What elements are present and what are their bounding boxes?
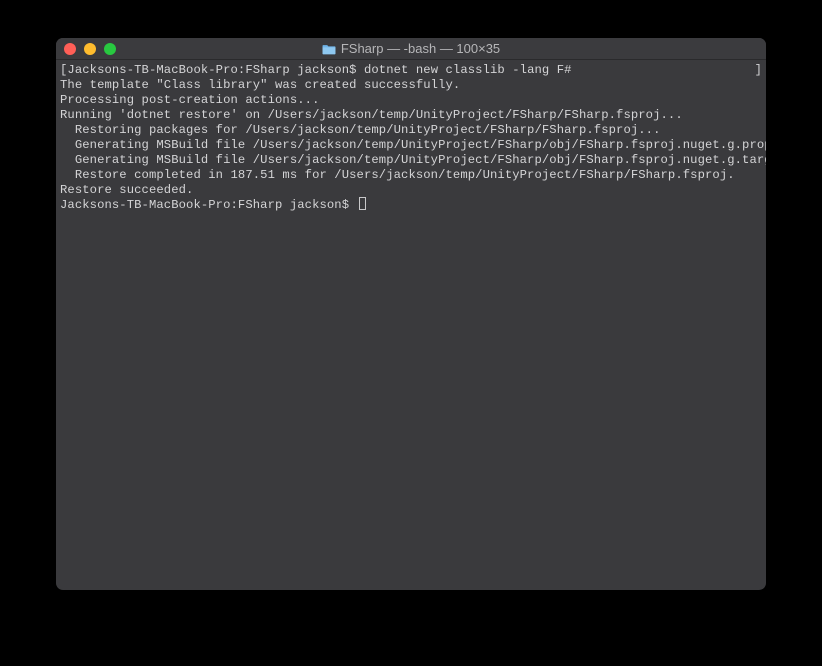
prompt-prefix: [Jacksons-TB-MacBook-Pro:FSharp jackson$ (60, 63, 364, 78)
titlebar[interactable]: FSharp — -bash — 100×35 (56, 38, 766, 60)
minimize-button[interactable] (84, 43, 96, 55)
terminal-window: FSharp — -bash — 100×35 [Jacksons-TB-Mac… (56, 38, 766, 590)
window-controls (64, 43, 116, 55)
terminal-body[interactable]: [Jacksons-TB-MacBook-Pro:FSharp jackson$… (56, 60, 766, 216)
close-button[interactable] (64, 43, 76, 55)
output-line: Processing post-creation actions... (60, 93, 762, 108)
output-line: The template "Class library" was created… (60, 78, 762, 93)
output-line: Generating MSBuild file /Users/jackson/t… (60, 138, 762, 153)
output-line: Restore completed in 187.51 ms for /User… (60, 168, 762, 183)
prompt-prefix: Jacksons-TB-MacBook-Pro:FSharp jackson$ (60, 198, 357, 212)
output-line: Restoring packages for /Users/jackson/te… (60, 123, 762, 138)
prompt-line-1: [Jacksons-TB-MacBook-Pro:FSharp jackson$… (60, 63, 762, 78)
window-title-text: FSharp — -bash — 100×35 (341, 41, 500, 56)
output-line: Running 'dotnet restore' on /Users/jacks… (60, 108, 762, 123)
output-line: Restore succeeded. (60, 183, 762, 198)
output-line: Generating MSBuild file /Users/jackson/t… (60, 153, 762, 168)
folder-icon (322, 43, 336, 54)
prompt-line-2: Jacksons-TB-MacBook-Pro:FSharp jackson$ (60, 198, 762, 213)
prompt-right-bracket: ] (755, 63, 762, 78)
window-title: FSharp — -bash — 100×35 (56, 41, 766, 56)
cursor (359, 197, 366, 210)
command-text: dotnet new classlib -lang F# (364, 63, 572, 78)
maximize-button[interactable] (104, 43, 116, 55)
